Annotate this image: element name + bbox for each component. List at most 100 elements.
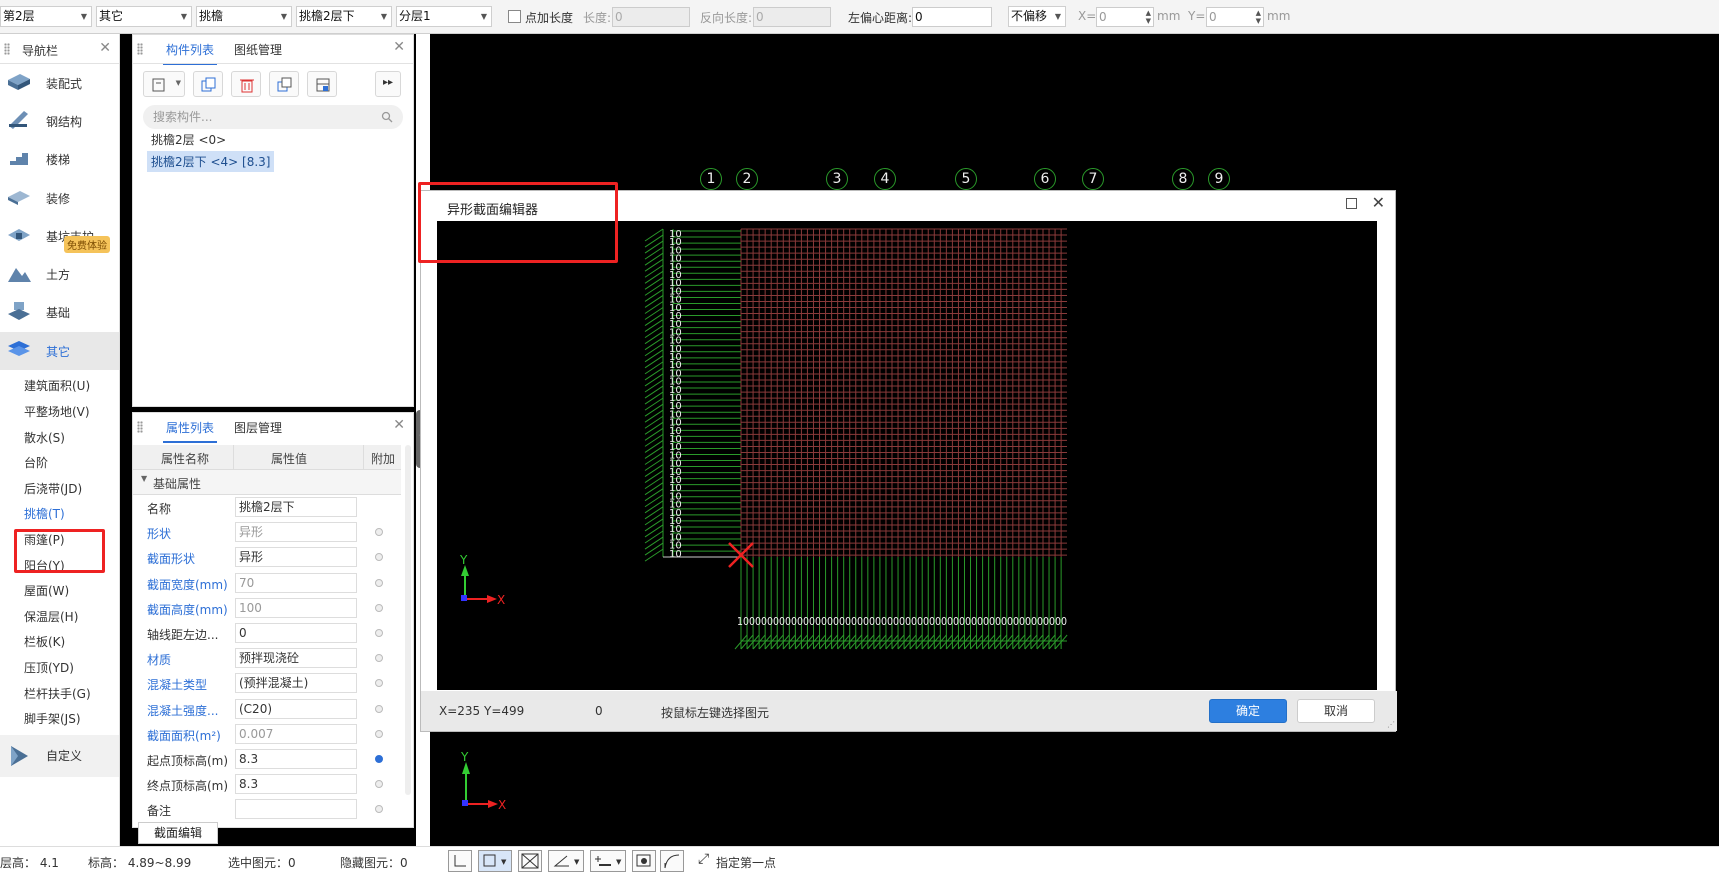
curve-button[interactable] — [660, 850, 684, 872]
subnav-item[interactable]: 后浇带(JD) — [0, 477, 119, 503]
property-value-input[interactable]: (预拌混凝土) — [235, 673, 357, 694]
property-row[interactable]: 截面高度(mm) 100 — [133, 596, 401, 621]
subnav-item[interactable]: 脚手架(JS) — [0, 707, 119, 733]
nav-item-steel-structure[interactable]: 钢结构 — [0, 102, 119, 140]
nav-item-custom[interactable]: 自定义 — [0, 734, 119, 777]
extra-toggle[interactable] — [375, 780, 383, 789]
property-row[interactable]: 终点顶标高(m) 8.3 — [133, 772, 401, 797]
confirm-button[interactable]: 确定 — [1209, 699, 1287, 723]
section-canvas[interactable]: 10 10 10 10 10 10 10 10 10 10 10 10 10 10 10 10 10 10 10 10… — [437, 221, 1377, 690]
close-icon[interactable]: ✕ — [1372, 193, 1385, 212]
duplicate-button[interactable] — [269, 71, 299, 97]
subnav-item[interactable]: 保温层(H) — [0, 605, 119, 631]
subnav-item[interactable]: 压顶(YD) — [0, 656, 119, 682]
offset-mode-select[interactable]: 不偏移 ▼ — [1008, 6, 1066, 27]
extra-toggle[interactable] — [375, 603, 383, 612]
subnav-item[interactable]: 建筑面积(U) — [0, 374, 119, 400]
close-icon[interactable]: ✕ — [393, 39, 405, 55]
property-value-input[interactable]: 70 — [235, 572, 357, 593]
offset-button[interactable]: ▼ — [590, 850, 626, 872]
nav-item-other[interactable]: 其它 — [0, 332, 119, 371]
subnav-item[interactable]: 栏板(K) — [0, 630, 119, 656]
close-icon[interactable]: ✕ — [99, 40, 111, 56]
property-value-input[interactable]: 8.3 — [235, 748, 357, 769]
delete-button[interactable] — [231, 71, 261, 97]
view-button[interactable] — [632, 850, 656, 872]
ortho-button[interactable] — [448, 850, 472, 872]
section-edit-button[interactable]: 截面编辑 — [138, 822, 218, 844]
nav-item-prefab[interactable]: 装配式 — [0, 64, 119, 102]
spinner-icon[interactable]: ▲ ▼ — [1256, 9, 1261, 25]
property-value-input[interactable] — [235, 799, 357, 820]
left-offset-input[interactable]: 0 — [912, 7, 992, 27]
property-row[interactable]: 名称 挑檐2层下 — [133, 495, 401, 520]
component-item[interactable]: 挑檐2层 <0> — [147, 129, 230, 150]
tab-component-list[interactable]: 构件列表 — [163, 41, 218, 65]
property-value-input[interactable]: 0.007 — [235, 723, 357, 744]
copy-button[interactable] — [193, 71, 223, 97]
length-input[interactable]: 0 — [612, 7, 690, 27]
extra-toggle[interactable] — [375, 704, 383, 713]
y-input[interactable]: 0 ▲ ▼ — [1206, 7, 1264, 27]
spinner-icon[interactable]: ▲ ▼ — [1146, 9, 1151, 25]
property-row[interactable]: 形状 异形 — [133, 520, 401, 545]
extra-toggle[interactable] — [375, 729, 383, 738]
collapse-triangle-icon[interactable]: ▼ — [141, 474, 147, 483]
search-input[interactable]: 搜索构件... — [143, 105, 403, 129]
section-grid-drawing[interactable]: 1010101010101010101010101010101010101010… — [437, 221, 1377, 690]
property-row[interactable]: 材质 预拌现浇砼 — [133, 646, 401, 671]
extra-toggle[interactable] — [375, 754, 383, 763]
property-row[interactable]: 起点顶标高(m) 8.3 — [133, 747, 401, 772]
floor-select[interactable]: 第2层 ▼ — [0, 6, 92, 27]
cancel-button[interactable]: 取消 — [1297, 699, 1375, 723]
property-value-input[interactable]: 8.3 — [235, 774, 357, 795]
nav-item-stairs[interactable]: 楼梯 — [0, 141, 119, 179]
nav-item-decoration[interactable]: 装修 — [0, 179, 119, 217]
extra-toggle[interactable] — [375, 628, 383, 637]
extra-toggle[interactable] — [375, 578, 383, 587]
subnav-item[interactable]: 台阶 — [0, 451, 119, 477]
element-select[interactable]: 挑檐2层下 ▼ — [296, 6, 392, 27]
tab-property-list[interactable]: 属性列表 — [163, 419, 218, 443]
subnav-item[interactable]: 挑檐(T) — [0, 502, 119, 528]
type-select[interactable]: 挑檐 ▼ — [196, 6, 292, 27]
x-input[interactable]: 0 ▲ ▼ — [1096, 7, 1154, 27]
sublayer-select[interactable]: 分层1 ▼ — [396, 6, 492, 27]
nav-item-earthwork[interactable]: 土方 — [0, 255, 119, 293]
subnav-item[interactable]: 散水(S) — [0, 426, 119, 452]
property-value-input[interactable]: 异形 — [235, 522, 357, 543]
maximize-icon[interactable] — [1346, 198, 1357, 209]
tab-layer-management[interactable]: 图层管理 — [231, 419, 285, 441]
more-button[interactable]: ▸▸ — [375, 71, 401, 97]
property-row[interactable]: 混凝土强度... (C20) — [133, 697, 401, 722]
property-value-input[interactable]: 100 — [235, 597, 357, 618]
extra-toggle[interactable] — [375, 679, 383, 688]
drag-handle-icon[interactable] — [137, 43, 143, 55]
snap-button[interactable]: ▼ — [478, 850, 512, 872]
layer-copy-button[interactable] — [307, 71, 337, 97]
drag-handle-icon[interactable] — [4, 43, 10, 55]
extra-toggle[interactable] — [375, 553, 383, 562]
angle-button[interactable]: ▼ — [548, 850, 584, 872]
extra-toggle[interactable] — [375, 528, 383, 537]
extra-toggle[interactable] — [375, 805, 383, 814]
property-value-input[interactable]: 0 — [235, 622, 357, 643]
extra-toggle[interactable] — [375, 654, 383, 663]
property-row[interactable]: 截面形状 异形 — [133, 545, 401, 570]
nav-item-foundation[interactable]: 基础 — [0, 294, 119, 332]
property-group-basic[interactable]: ▼ 基础属性 — [133, 470, 401, 495]
property-value-input[interactable]: 预拌现浇砼 — [235, 648, 357, 669]
component-item-selected[interactable]: 挑檐2层下 <4> [8.3] — [147, 151, 275, 172]
cross-select-button[interactable] — [518, 850, 542, 872]
scrollbar[interactable] — [405, 445, 411, 795]
property-row[interactable]: 备注 — [133, 797, 401, 822]
property-row[interactable]: 混凝土类型 (预拌混凝土) — [133, 671, 401, 696]
subnav-item[interactable]: 平整场地(V) — [0, 400, 119, 426]
property-row[interactable]: 截面面积(m²) 0.007 — [133, 722, 401, 747]
category-select[interactable]: 其它 ▼ — [96, 6, 192, 27]
subnav-item[interactable]: 栏杆扶手(G) — [0, 682, 119, 708]
property-row[interactable]: 轴线距左边... 0 — [133, 621, 401, 646]
reverse-length-input[interactable]: 0 — [753, 7, 831, 27]
new-component-button[interactable]: ▼ — [143, 71, 185, 97]
close-icon[interactable]: ✕ — [393, 417, 405, 433]
